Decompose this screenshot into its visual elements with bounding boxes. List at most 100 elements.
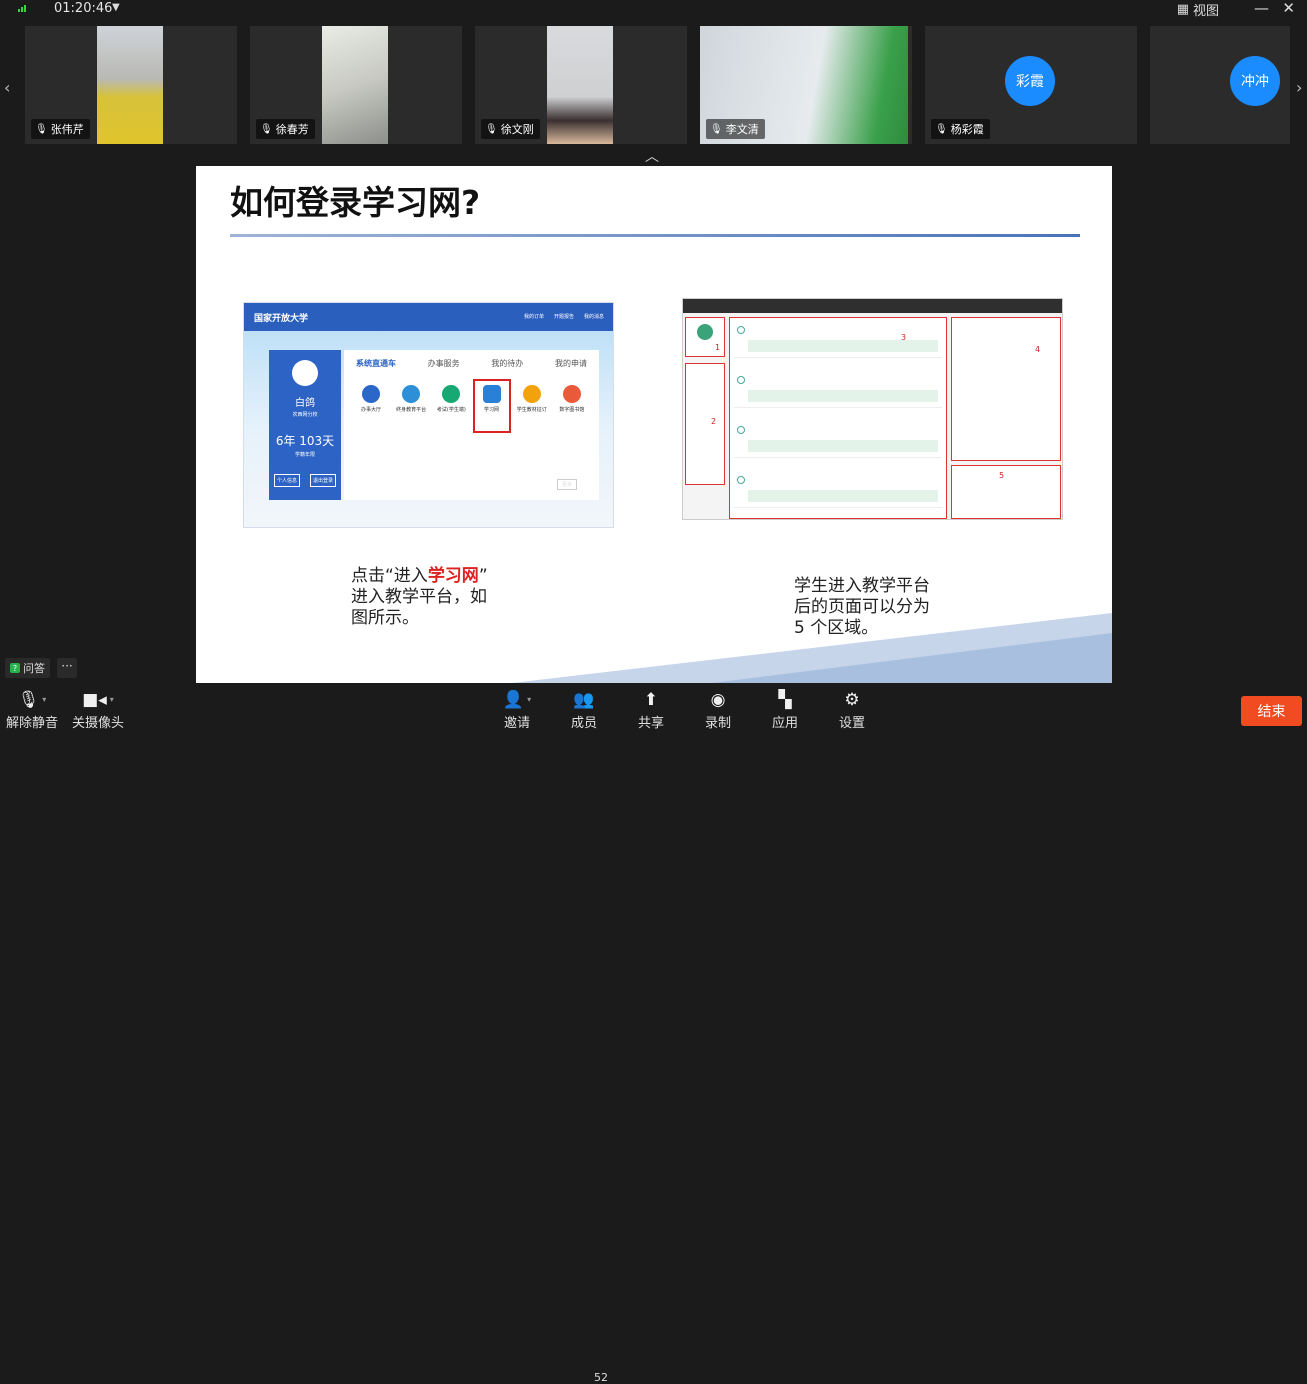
slide-divider [230,234,1080,237]
participant-video [97,26,163,144]
user-avatar [292,360,318,386]
end-meeting-button[interactable]: 结束 [1241,696,1302,726]
participant-avatar: 冲冲 [1230,56,1280,106]
chevron-down-icon[interactable]: ▼ [112,2,120,13]
view-button[interactable]: ▦ 视图 [1177,0,1219,19]
portal-more-button: 更多 [556,479,577,490]
region-number: 3 [901,333,907,342]
portal-school: 农西网分校 [292,412,318,418]
portal-nav-item: 我的消息 [584,314,605,320]
participant-name-tag: 🎙 杨彩霞 [931,119,990,139]
participant-tile[interactable]: 冲冲 [1150,26,1290,144]
participant-tile[interactable]: 🎙 徐文刚 [475,26,687,144]
mic-off-icon: 🎙 [35,123,48,135]
record-button[interactable]: ◉ 录制 [688,689,748,731]
region-box [951,465,1061,519]
highlight-box [473,379,511,433]
qa-button[interactable]: ? 问答 [5,658,50,678]
portal-app-icon: 学生教材征订 [515,385,549,413]
participant-video [322,26,388,144]
meeting-timer: 01:20:46 [54,1,113,16]
participant-name-tag: 🎙 李文清 [706,119,765,139]
top-status-bar: 01:20:46 ▼ ▦ 视图 — ✕ [0,0,1307,19]
portal-tabs: 系统直通车 办事服务 我的待办 我的申请 [344,350,599,369]
participant-tile[interactable]: 🎙 张伟芹 [25,26,237,144]
record-icon: ◉ [710,690,726,710]
close-icon[interactable]: ✕ [1282,0,1295,17]
portal-header: 国家开放大学 我的订单 开题报告 我的消息 [244,303,613,331]
portal-profile-button: 个人信息 [273,474,300,487]
portal-icon-row: 办事大厅 终身教育平台 考试(学生端) 学习网 学生教材征订 数字图书馆 [344,369,599,413]
share-button[interactable]: ⬆ 共享 [621,689,681,731]
platform-screenshot: 1 2 3 4 5 [682,298,1063,520]
members-button[interactable]: 👥 成员 [554,689,614,731]
chevron-left-icon[interactable]: ‹ [4,78,10,97]
invite-icon: 👤 ▾ [502,690,532,710]
region-number: 1 [715,343,721,352]
invite-button[interactable]: 👤 ▾ 邀请 [487,689,547,731]
mic-off-icon: 🎙 [935,123,948,135]
region-box [951,317,1061,461]
apps-button[interactable]: ▚ 应用 [755,689,815,731]
portal-nav-item: 我的订单 [524,314,545,320]
meeting-toolbar: 🎙 ▾ 解除静音 ■◂ ▾ 关摄像头 👤 ▾ 邀请 👥 成员 52 ⬆ 共享 ◉ 录制… [0,683,1307,1384]
region-number: 5 [999,471,1005,480]
more-button[interactable]: ··· [57,658,77,678]
participant-name-tag: 🎙 徐春芳 [256,119,315,139]
qa-label: 问答 [23,662,45,675]
region-box [685,363,725,485]
mic-off-icon: 🎙 [260,123,273,135]
participant-tile[interactable]: 🎙 李文清 [700,26,912,144]
view-label: 视图 [1192,4,1219,19]
settings-button[interactable]: ⚙ 设置 [822,689,882,731]
share-icon: ⬆ [643,690,659,710]
signal-icon [18,5,26,12]
portal-app-icon: 考试(学生端) [434,385,468,413]
portal-nav-item: 开题报告 [554,314,575,320]
portal-screenshot: 国家开放大学 我的订单 开题报告 我的消息 白鸽 农西网分校 6年 103天 学… [243,302,614,528]
mic-off-icon: 🎙 [710,123,723,135]
camera-icon: ■◂ ▾ [82,690,114,710]
portal-app-icon: 数字图书馆 [555,385,589,413]
camera-button[interactable]: ■◂ ▾ 关摄像头 [68,689,128,731]
portal-user-card: 白鸽 农西网分校 6年 103天 学籍年限 个人信息 退出登录 [269,350,341,500]
participant-avatar: 彩霞 [1005,56,1055,106]
participant-tile[interactable]: 🎙 徐春芳 [250,26,462,144]
minimize-icon[interactable]: — [1254,0,1269,17]
mic-off-icon: 🎙 [485,123,498,135]
slide-decoration [512,613,1112,683]
mic-muted-icon: 🎙 ▾ [17,690,47,710]
left-caption: 点击“进入学习网” 进入教学平台，如 图所示。 [351,566,488,628]
portal-tab: 办事服务 [427,359,460,368]
participant-tile[interactable]: 彩霞 🎙 杨彩霞 [925,26,1137,144]
shared-screen: 如何登录学习网? 国家开放大学 我的订单 开题报告 我的消息 白鸽 农西网分校 … [0,166,1307,683]
portal-duration-sub: 学籍年限 [294,452,315,458]
chevron-right-icon[interactable]: › [1296,78,1302,97]
portal-brand: 国家开放大学 [254,314,309,324]
portal-app-icon: 办事大厅 [354,385,388,413]
portal-tab: 系统直通车 [356,359,396,368]
region-box [729,317,947,519]
presentation-slide: 如何登录学习网? 国家开放大学 我的订单 开题报告 我的消息 白鸽 农西网分校 … [196,166,1112,683]
participant-video [547,26,613,144]
collapse-chevron-icon[interactable]: ︿ [645,146,659,166]
portal-panel: 系统直通车 办事服务 我的待办 我的申请 办事大厅 终身教育平台 考试(学生端)… [344,350,599,500]
platform-header [683,299,1062,313]
portal-logout-button: 退出登录 [309,474,336,487]
portal-tab: 我的待办 [491,359,524,368]
gear-icon: ⚙ [844,690,860,710]
region-number: 2 [711,417,717,426]
portal-tab: 我的申请 [554,359,587,368]
region-number: 4 [1035,345,1041,354]
participant-name-tag: 🎙 徐文刚 [481,119,540,139]
qa-icon: ? [10,663,20,673]
portal-duration: 6年 103天 [275,434,335,448]
slide-title: 如何登录学习网? [230,183,481,222]
grid-icon: ▦ [1176,2,1189,17]
members-icon: 👥 [573,690,595,710]
apps-grid-icon: ▚ [778,690,792,710]
member-count: 52 [594,1371,608,1384]
portal-user-name: 白鸽 [295,398,315,409]
portal-app-icon: 终身教育平台 [394,385,428,413]
unmute-button[interactable]: 🎙 ▾ 解除静音 [2,689,62,731]
